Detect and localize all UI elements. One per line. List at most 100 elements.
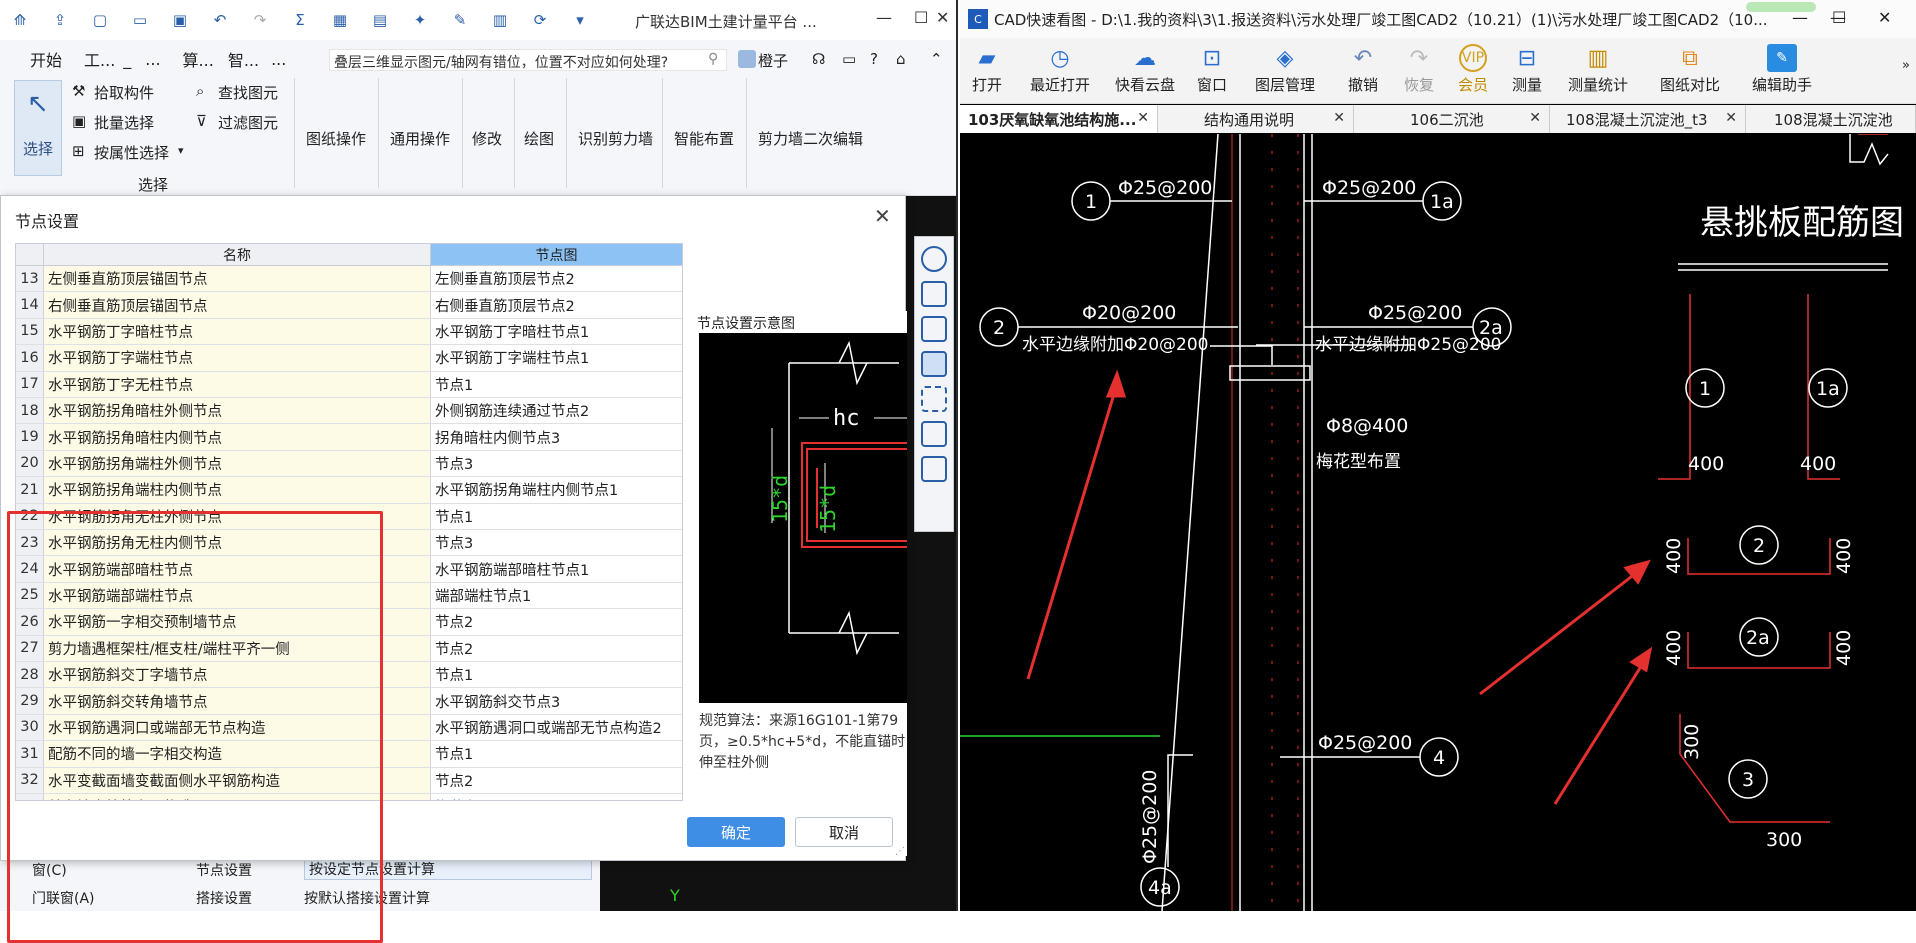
- row-node[interactable]: 端部端柱节点1: [431, 583, 682, 608]
- menu-item-7[interactable]: ...: [271, 50, 286, 69]
- fit-view-icon[interactable]: [921, 386, 947, 412]
- help-search-input[interactable]: 叠层三维显示图元/轴网有错位，位置不对应如何处理?: [329, 49, 727, 71]
- ribbon-group-smart-layout[interactable]: 智能布置: [674, 128, 734, 149]
- menu-smart[interactable]: 智...: [228, 47, 259, 71]
- table-row[interactable]: 18 水平钢筋拐角暗柱外侧节点 外侧钢筋连续通过节点2: [16, 398, 682, 425]
- row-node[interactable]: 水平钢筋斜交节点3: [431, 688, 682, 713]
- 3d-view-icon[interactable]: [921, 281, 947, 307]
- tab-2[interactable]: 结构通用说明 ✕: [1158, 105, 1354, 133]
- film-icon[interactable]: ▥: [489, 9, 511, 31]
- undo-icon[interactable]: ↶: [209, 9, 231, 31]
- table-row[interactable]: 21 水平钢筋拐角端柱内侧节点 水平钢筋拐角端柱内侧节点1: [16, 477, 682, 504]
- skin-icon[interactable]: ⌂: [896, 50, 906, 68]
- new-file-icon[interactable]: ▢: [89, 9, 111, 31]
- vip-button[interactable]: VIP 会员: [1458, 44, 1488, 95]
- ribbon-group-draw[interactable]: 绘图: [524, 128, 554, 149]
- tab-4[interactable]: 108混凝土沉淀池_t3 ✕: [1550, 105, 1746, 133]
- batch-select-button[interactable]: 批量选择: [94, 112, 154, 133]
- row-node[interactable]: 拐角暗柱内侧节点3: [431, 424, 682, 449]
- window-button[interactable]: ⊡ 窗口: [1197, 44, 1227, 95]
- ribbon-group-modify[interactable]: 修改: [472, 128, 502, 149]
- undo-button[interactable]: ↶ 撤销: [1348, 44, 1378, 95]
- open-folder-icon[interactable]: ▭: [129, 9, 151, 31]
- message-icon[interactable]: ▭: [842, 50, 856, 68]
- row-node[interactable]: 右侧垂直筋顶层节点2: [431, 292, 682, 317]
- row-node[interactable]: 水平钢筋拐角端柱内侧节点1: [431, 477, 682, 502]
- table-row[interactable]: 14 右侧垂直筋顶层锚固节点 右侧垂直筋顶层节点2: [16, 292, 682, 319]
- cad-maximize-button[interactable]: ☐: [1832, 8, 1846, 27]
- row-node[interactable]: 节点1: [431, 662, 682, 687]
- row-node[interactable]: 节点2: [431, 768, 682, 793]
- select-button[interactable]: ↖ 选择: [14, 80, 62, 176]
- table-row[interactable]: 19 水平钢筋拐角暗柱内侧节点 拐角暗柱内侧节点3: [16, 424, 682, 451]
- attr-select-button[interactable]: 按属性选择: [94, 142, 169, 163]
- ribbon-group-wall-edit[interactable]: 剪力墙二次编辑: [758, 128, 863, 149]
- menu-start[interactable]: 开始: [30, 47, 62, 71]
- user-name[interactable]: 橙子: [758, 50, 788, 71]
- row-node[interactable]: 水平钢筋丁字端柱节点1: [431, 345, 682, 370]
- document-view-icon[interactable]: [921, 456, 947, 482]
- row-name[interactable]: 水平钢筋拐角端柱内侧节点: [44, 477, 431, 503]
- table-row[interactable]: 13 左侧垂直筋顶层锚固节点 左侧垂直筋顶层节点2: [16, 266, 682, 293]
- row-node[interactable]: 左侧垂直筋顶层节点2: [431, 266, 682, 291]
- row-name[interactable]: 右侧垂直筋顶层锚固节点: [44, 292, 431, 318]
- table-row[interactable]: 20 水平钢筋拐角端柱外侧节点 节点3: [16, 450, 682, 478]
- filter-element-button[interactable]: 过滤图元: [218, 112, 278, 133]
- maximize-icon[interactable]: ☐: [914, 8, 928, 27]
- redo-button[interactable]: ↷ 恢复: [1404, 44, 1434, 95]
- row-node[interactable]: 节点1: [431, 372, 682, 397]
- solid-cube-icon[interactable]: [921, 351, 947, 377]
- orbit-icon[interactable]: [921, 246, 947, 272]
- row-node[interactable]: 梅花布置: [431, 794, 682, 800]
- table-row[interactable]: 15 水平钢筋丁字暗柱节点 水平钢筋丁字暗柱节点1: [16, 318, 682, 346]
- cancel-button[interactable]: 取消: [795, 817, 893, 847]
- compare-button[interactable]: ⧉ 图纸对比: [1660, 44, 1720, 95]
- cloud-button[interactable]: ☁ 快看云盘: [1115, 44, 1175, 95]
- row-node[interactable]: 节点1: [431, 504, 682, 529]
- tab-close-icon[interactable]: ✕: [1725, 110, 1737, 126]
- row-node[interactable]: 节点3: [431, 530, 682, 555]
- ribbon-group-recognize-wall[interactable]: 识别剪力墙: [578, 128, 653, 149]
- table-row[interactable]: 16 水平钢筋丁字端柱节点 水平钢筋丁字端柱节点1: [16, 345, 682, 372]
- headset-icon[interactable]: ☊: [812, 50, 825, 68]
- save-icon[interactable]: ▣: [169, 9, 191, 31]
- dialog-close-icon[interactable]: ✕: [874, 204, 891, 228]
- row-name[interactable]: 水平钢筋拐角暗柱外侧节点: [44, 398, 431, 424]
- search-icon[interactable]: ⚲: [708, 51, 718, 67]
- row-name[interactable]: 水平钢筋拐角暗柱内侧节点: [44, 424, 431, 450]
- toolbar-more-icon[interactable]: »: [1902, 58, 1910, 73]
- row-name[interactable]: 水平钢筋拐角端柱外侧节点: [44, 450, 431, 477]
- tab-3[interactable]: 106二沉池 ✕: [1354, 105, 1550, 133]
- open-button[interactable]: ▰ 打开: [972, 44, 1002, 95]
- upload-icon[interactable]: ⇪: [49, 9, 71, 31]
- find-element-button[interactable]: 查找图元: [218, 82, 278, 103]
- settings-grid-icon[interactable]: ✦: [409, 9, 431, 31]
- app-logo-icon[interactable]: ⟰: [9, 9, 31, 31]
- tab-close-icon[interactable]: ✕: [1137, 110, 1149, 126]
- measure-button[interactable]: ⊟ 测量: [1512, 44, 1542, 95]
- tab-close-icon[interactable]: ✕: [1333, 110, 1345, 126]
- table-check-icon[interactable]: ▦: [329, 9, 351, 31]
- cad-close-button[interactable]: ✕: [1878, 8, 1891, 27]
- row-node[interactable]: 水平钢筋端部暗柱节点1: [431, 556, 682, 581]
- cad-minimize-button[interactable]: —: [1792, 8, 1808, 27]
- layer-manager-button[interactable]: ◈ 图层管理: [1255, 44, 1315, 95]
- row-node[interactable]: 节点1: [431, 741, 682, 766]
- row-node[interactable]: 外侧钢筋连续通过节点2: [431, 398, 682, 423]
- tab-active[interactable]: 103厌氧缺氧池结构施... ✕: [960, 105, 1158, 133]
- menu-item-4[interactable]: ...: [145, 50, 160, 69]
- attr-select-dropdown-icon[interactable]: ▾: [178, 144, 184, 157]
- ribbon-group-drawing-ops[interactable]: 图纸操作: [306, 128, 366, 149]
- row-name[interactable]: 左侧垂直筋顶层锚固节点: [44, 266, 431, 292]
- collapse-ribbon-icon[interactable]: ⌃: [930, 50, 943, 68]
- row-node[interactable]: 水平钢筋丁字暗柱节点1: [431, 319, 682, 344]
- row-node[interactable]: 节点2: [431, 609, 682, 634]
- row-name[interactable]: 水平钢筋丁字无柱节点: [44, 371, 431, 397]
- menu-calc[interactable]: 算...: [183, 47, 214, 71]
- resize-grip-icon[interactable]: ⋰: [895, 846, 905, 857]
- row-name[interactable]: 水平钢筋丁字暗柱节点: [44, 318, 431, 345]
- measure-stats-button[interactable]: ▥ 测量统计: [1568, 44, 1628, 95]
- box-view-icon[interactable]: [921, 421, 947, 447]
- sum-icon[interactable]: Σ: [289, 9, 311, 31]
- dropdown-icon[interactable]: ▾: [569, 9, 591, 31]
